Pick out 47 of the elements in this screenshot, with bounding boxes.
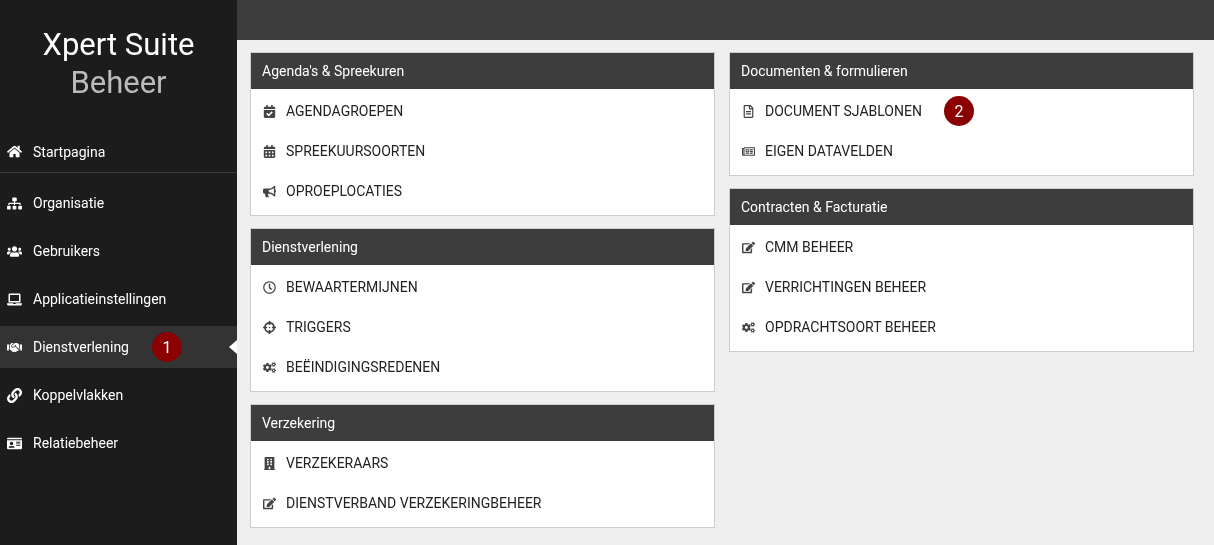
- section-link[interactable]: DOCUMENT SJABLONEN 2: [730, 91, 1193, 131]
- section-header: Verzekering: [251, 405, 714, 441]
- section-link[interactable]: DIENSTVERBAND VERZEKERINGBEHEER: [251, 483, 714, 523]
- sidebar-item[interactable]: Relatiebeheer: [0, 422, 237, 464]
- edit-icon: [742, 280, 755, 294]
- section-link[interactable]: BEWAARTERMIJNEN: [251, 267, 714, 307]
- form-icon: [742, 144, 755, 158]
- document-icon: [742, 104, 755, 118]
- sidebar-item[interactable]: Gebruikers: [0, 230, 237, 272]
- home-icon: [7, 144, 22, 159]
- section-header: Documenten & formulieren: [730, 53, 1193, 89]
- laptop-icon: [7, 291, 22, 307]
- app-subtitle: Beheer: [70, 64, 167, 102]
- megaphone-icon: [263, 184, 276, 198]
- edit-icon: [263, 496, 276, 510]
- step-badge: 2: [943, 96, 974, 126]
- users-icon: [7, 243, 22, 259]
- section-header: Contracten & Facturatie: [730, 189, 1193, 225]
- calendar-icon: [263, 104, 276, 118]
- gears-icon: [742, 320, 755, 334]
- section-link[interactable]: OPROEPLOCATIES: [251, 171, 714, 211]
- id-card-icon: [7, 435, 22, 451]
- crosshairs-icon: [263, 320, 276, 334]
- sidebar-item[interactable]: Applicatieinstellingen: [0, 278, 237, 320]
- building-icon: [263, 456, 276, 470]
- app-title: Xpert Suite: [42, 26, 195, 64]
- section-link[interactable]: EIGEN DATAVELDEN: [730, 131, 1193, 171]
- gears-icon: [263, 360, 276, 374]
- clock-icon: [263, 280, 276, 294]
- calendar-icon: [263, 144, 276, 158]
- sitemap-icon: [7, 195, 22, 211]
- section-header: Dienstverlening: [251, 229, 714, 265]
- section-link[interactable]: OPDRACHTSOORT BEHEER: [730, 307, 1193, 347]
- section-link[interactable]: CMM BEHEER: [730, 227, 1193, 267]
- edit-icon: [742, 240, 755, 254]
- section-header: Agenda's & Spreekuren: [251, 53, 714, 89]
- step-badge: 1: [152, 332, 182, 362]
- section-link[interactable]: SPREEKUURSOORTEN: [251, 131, 714, 171]
- section-link[interactable]: AGENDAGROEPEN: [251, 91, 714, 131]
- section-link[interactable]: BEËINDIGINGSREDENEN: [251, 347, 714, 387]
- link-icon: [7, 387, 22, 403]
- section-link[interactable]: VERRICHTINGEN BEHEER: [730, 267, 1193, 307]
- sidebar-item[interactable]: Koppelvlakken: [0, 374, 237, 416]
- section-link[interactable]: TRIGGERS: [251, 307, 714, 347]
- section-link[interactable]: VERZEKERAARS: [251, 443, 714, 483]
- sidebar-item[interactable]: Dienstverlening 1: [0, 326, 237, 368]
- sidebar-item[interactable]: Organisatie: [0, 182, 237, 224]
